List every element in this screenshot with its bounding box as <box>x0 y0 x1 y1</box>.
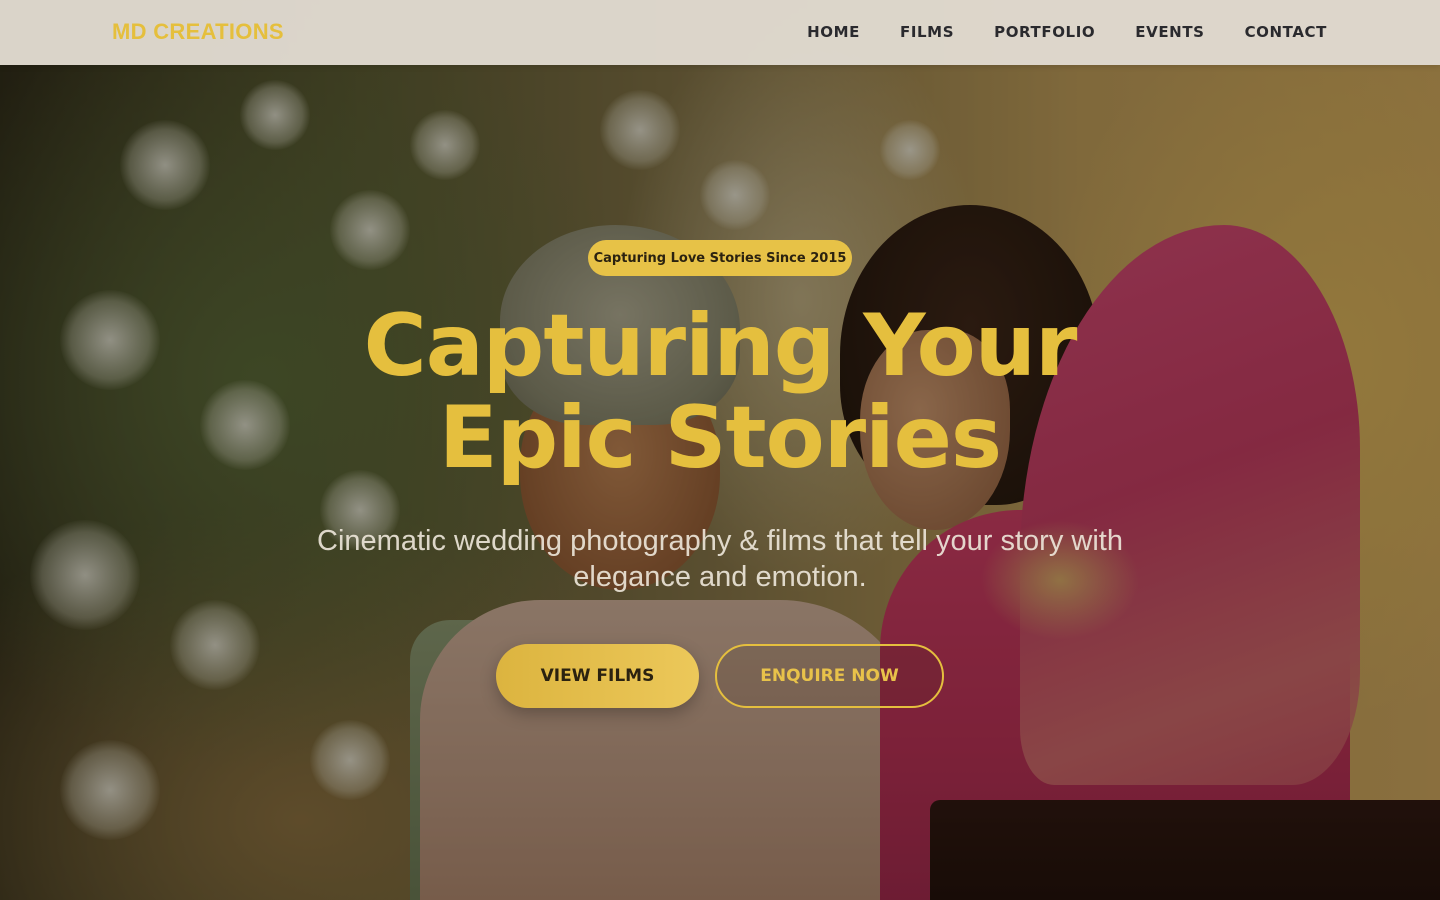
hero-title-line-2: Epic Stories <box>438 388 1002 488</box>
hero-subtitle-line-1: Cinematic wedding photography & films th… <box>317 525 1123 557</box>
tagline-badge: Capturing Love Stories Since 2015 <box>588 240 852 276</box>
hero-subtitle-line-2: elegance and emotion. <box>573 561 867 593</box>
hero-title-line-1: Capturing Your <box>363 296 1078 396</box>
hero-section: Capturing Love Stories Since 2015 Captur… <box>0 0 1440 900</box>
hero-subtitle: Cinematic wedding photography & films th… <box>270 523 1170 595</box>
view-films-button[interactable]: VIEW FILMS <box>496 644 699 708</box>
enquire-now-button[interactable]: ENQUIRE NOW <box>715 644 944 708</box>
hero-title: Capturing Your Epic Stories <box>220 300 1220 484</box>
